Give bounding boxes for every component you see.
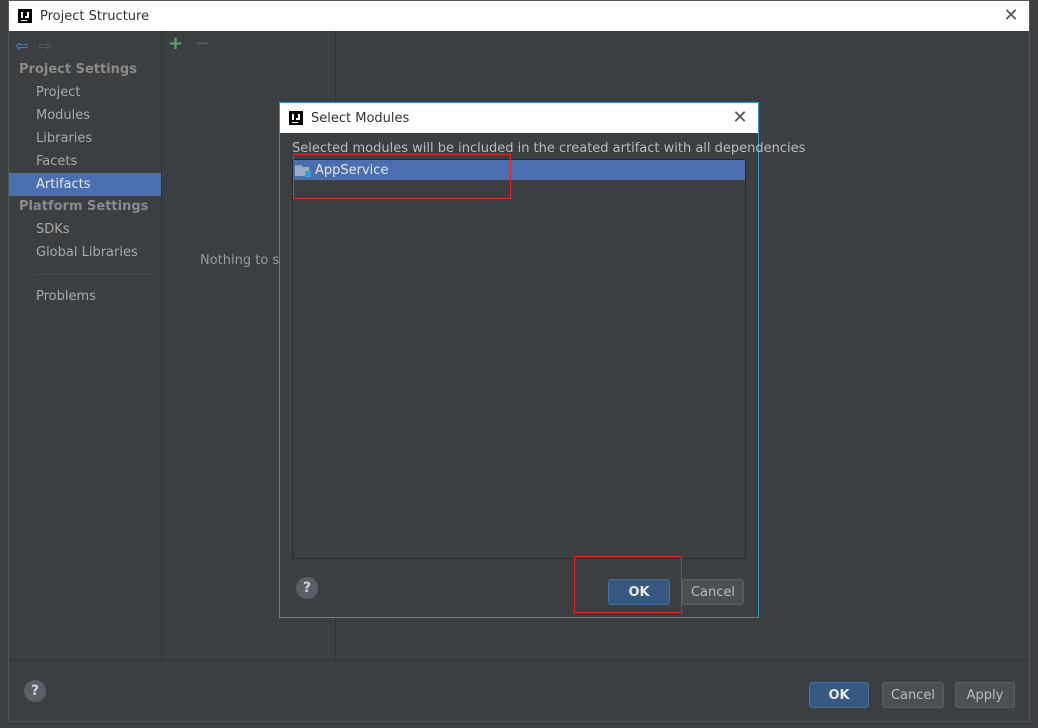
list-item-module[interactable]: AppService xyxy=(293,160,745,180)
modules-list[interactable]: AppService xyxy=(292,159,746,559)
section-title-project-settings: Project Settings xyxy=(19,62,137,77)
dialog-ok-button[interactable]: OK xyxy=(608,579,670,605)
cancel-button[interactable]: Cancel xyxy=(882,682,944,708)
dialog-titlebar: Select Modules ✕ xyxy=(280,103,758,133)
dialog-description: Selected modules will be included in the… xyxy=(292,141,806,156)
sidebar-item-facets[interactable]: Facets xyxy=(9,150,161,173)
sidebar-item-project[interactable]: Project xyxy=(9,81,161,104)
background-ide-strip-left xyxy=(0,0,8,728)
section-title-platform-settings: Platform Settings xyxy=(19,199,149,214)
artifacts-toolbar: + − xyxy=(162,31,335,57)
intellij-logo-icon xyxy=(289,111,303,125)
window-footer: ? OK Cancel Apply xyxy=(9,660,1029,721)
apply-button[interactable]: Apply xyxy=(955,682,1015,708)
forward-arrow-icon[interactable]: ⇨ xyxy=(38,36,51,55)
sidebar-item-sdks[interactable]: SDKs xyxy=(9,218,161,241)
module-name: AppService xyxy=(315,162,389,178)
remove-artifact-icon[interactable]: − xyxy=(195,35,210,53)
back-arrow-icon[interactable]: ⇦ xyxy=(15,36,28,55)
add-artifact-icon[interactable]: + xyxy=(168,35,183,53)
sidebar-divider xyxy=(36,274,151,275)
dialog-title: Select Modules xyxy=(311,110,410,126)
select-modules-dialog: Select Modules ✕ Selected modules will b… xyxy=(279,102,805,618)
sidebar-item-global-libraries[interactable]: Global Libraries xyxy=(9,241,161,264)
dialog-help-button[interactable]: ? xyxy=(296,577,318,599)
help-button[interactable]: ? xyxy=(24,680,46,702)
dialog-cancel-button[interactable]: Cancel xyxy=(682,579,744,605)
sidebar-item-artifacts[interactable]: Artifacts xyxy=(9,173,161,196)
window-close-icon[interactable]: ✕ xyxy=(1001,6,1021,26)
window-title: Project Structure xyxy=(40,8,150,24)
intellij-logo-icon xyxy=(18,9,32,23)
history-nav: ⇦ ⇨ xyxy=(9,31,161,59)
empty-state-text: Nothing to sh xyxy=(200,253,288,268)
background-ide-strip-right xyxy=(1030,0,1038,728)
sidebar-item-problems[interactable]: Problems xyxy=(9,285,161,308)
module-folder-icon xyxy=(295,164,311,177)
sidebar-item-modules[interactable]: Modules xyxy=(9,104,161,127)
ok-button[interactable]: OK xyxy=(809,682,869,708)
dialog-close-icon[interactable]: ✕ xyxy=(730,108,750,128)
background-status-bar xyxy=(0,722,1038,728)
sidebar-item-libraries[interactable]: Libraries xyxy=(9,127,161,150)
window-titlebar: Project Structure ✕ xyxy=(9,1,1029,31)
settings-sidebar: ⇦ ⇨ Project Settings Project Modules Lib… xyxy=(9,31,162,661)
